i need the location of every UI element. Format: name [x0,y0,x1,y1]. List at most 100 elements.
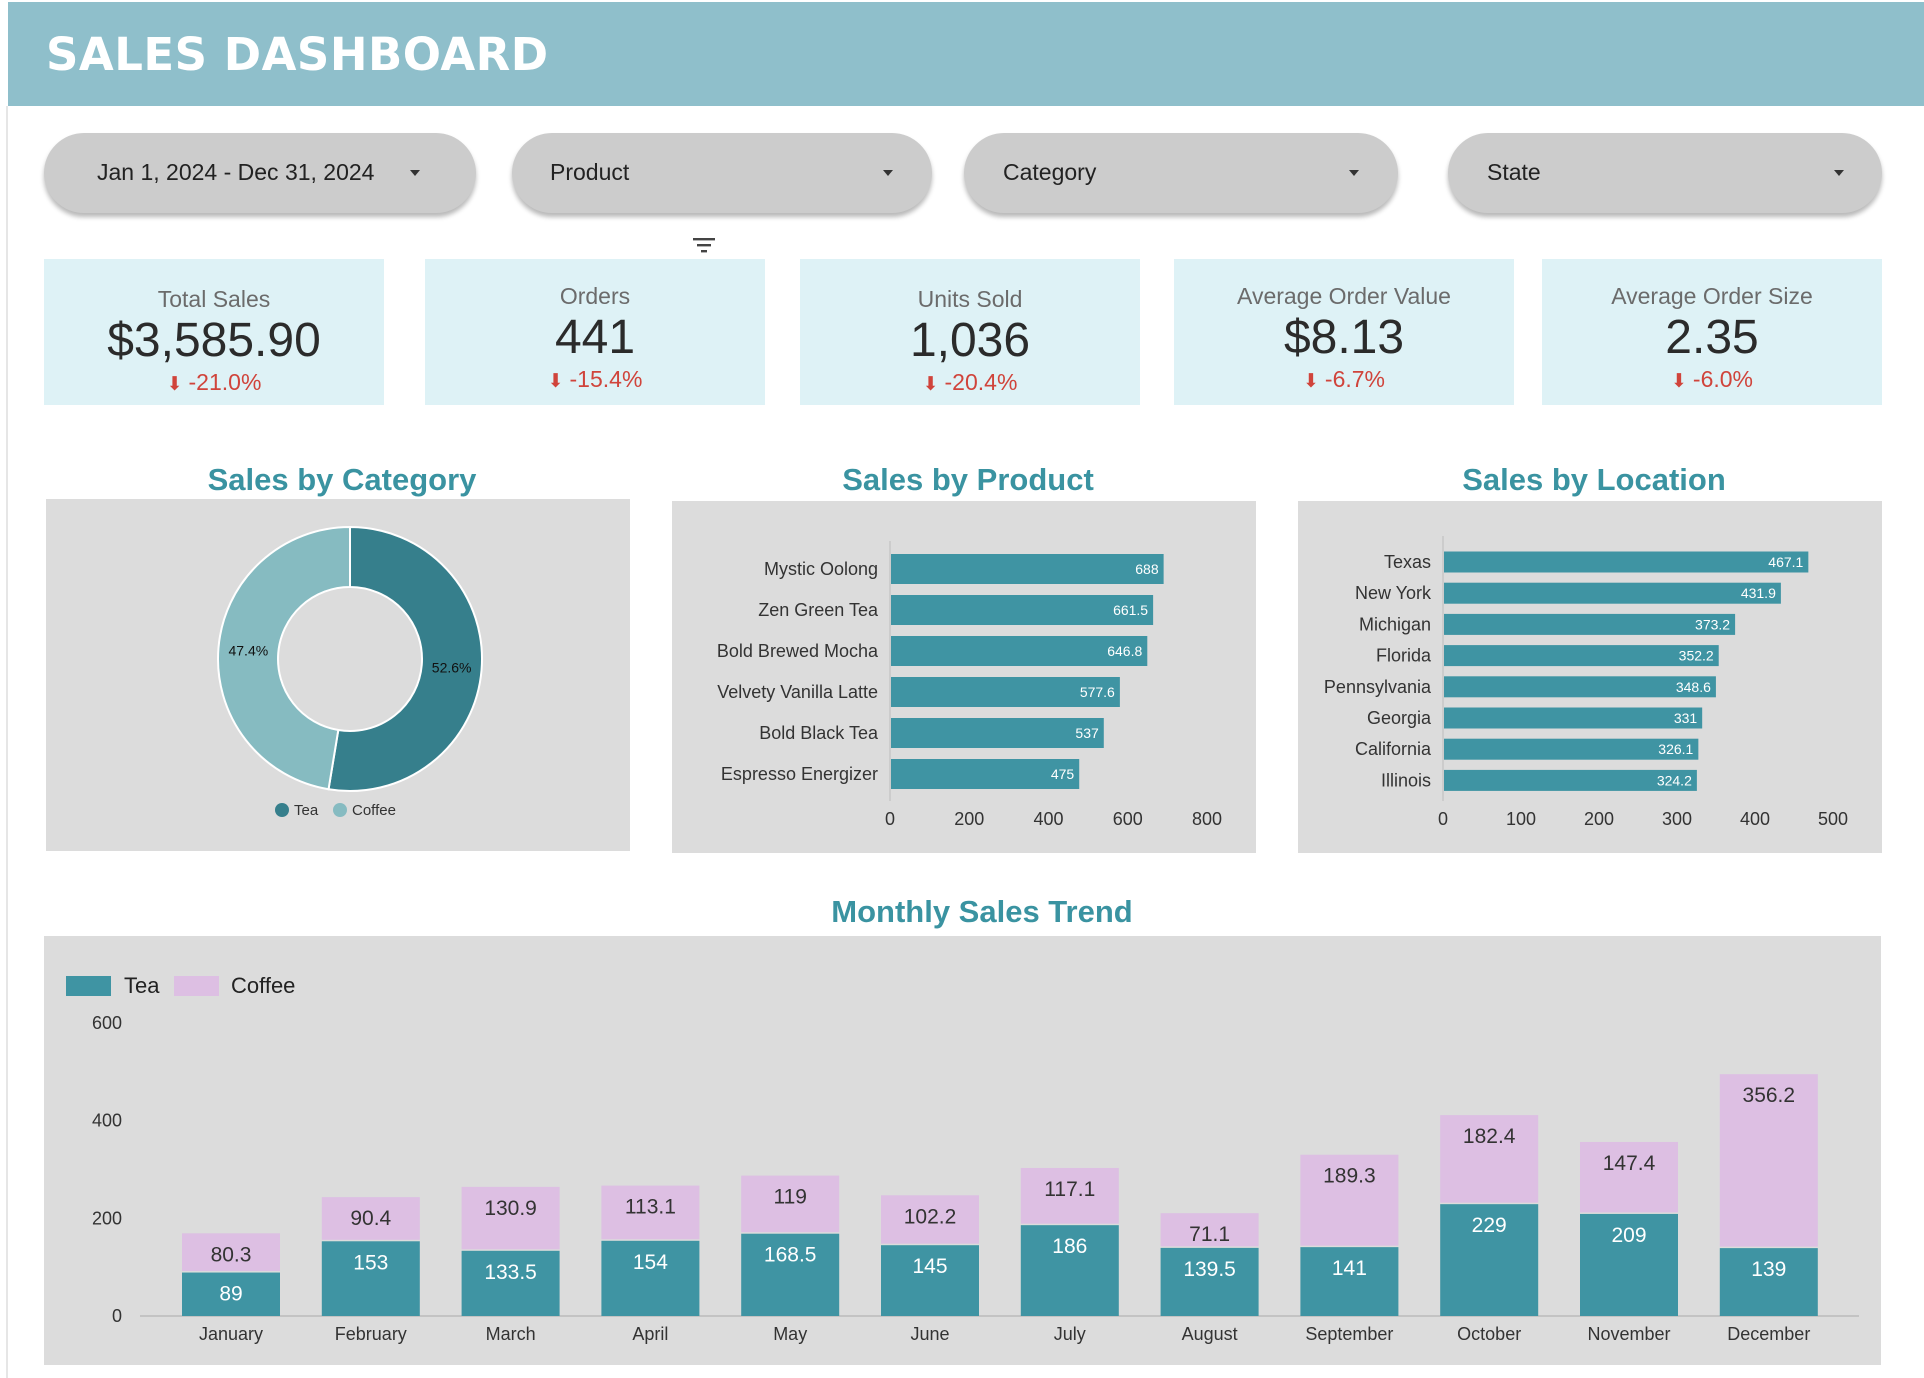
bar-value-label-tea: 168.5 [764,1244,817,1267]
y-tick-label: 200 [92,1208,122,1228]
bar-category-label: Bold Black Tea [759,723,879,743]
bar-value-label-tea: 154 [633,1251,668,1274]
x-tick-label: March [486,1324,536,1344]
x-tick-label: June [910,1324,949,1344]
arrow-down-icon: ⬇ [1670,371,1687,392]
kpi-delta: ⬇ -21.0% [44,369,384,396]
date-range-label: Jan 1, 2024 - Dec 31, 2024 [97,159,375,185]
sales-by-location-title: Sales by Location [1462,462,1726,497]
x-tick-label: October [1457,1324,1521,1344]
bar-value-label-coffee: 117.1 [1044,1178,1095,1201]
kpi-delta: ⬇ -6.0% [1542,366,1882,393]
x-tick-label: December [1727,1324,1810,1344]
bar [891,718,1104,748]
bar-value-label-coffee: 102.2 [904,1205,957,1228]
x-tick-label: May [773,1324,807,1344]
kpi-orders: Orders 441 ⬇ -15.4% [425,259,765,405]
category-filter-label: Category [1003,159,1097,185]
bar-value-label-tea: 139 [1751,1258,1786,1281]
product-filter-label: Product [550,159,630,185]
x-tick-label: 0 [1438,809,1448,829]
x-tick-label: 0 [885,809,895,829]
bar-value-label-tea: 145 [912,1255,947,1278]
bar-category-label: New York [1355,583,1432,603]
arrow-down-icon: ⬇ [1302,371,1319,392]
bar-value-label-coffee: 182.4 [1463,1125,1516,1148]
page-title: SALES DASHBOARD [46,28,549,81]
category-donut-chart: 52.6% 47.4% Tea Coffee [217,525,483,819]
bar [891,554,1164,584]
bar-category-label: Mystic Oolong [764,559,878,579]
bar [1444,645,1719,667]
bar-category-label: Michigan [1359,614,1431,634]
product-filter[interactable]: Product [512,133,932,213]
location-chart-panel: Texas 467.1 New York 431.9 Michigan 373.2 Flor… [1298,501,1882,853]
bar-value-label-coffee: 80.3 [211,1243,252,1266]
bar-value-label-tea: 229 [1472,1214,1507,1237]
bar-value-label: 348.6 [1676,679,1711,695]
arrow-down-icon: ⬇ [166,374,183,395]
arrow-down-icon: ⬇ [922,374,939,395]
kpi-value: 2.35 [1665,311,1759,364]
bar-value-label: 467.1 [1768,554,1803,570]
x-tick-label: September [1305,1324,1393,1344]
bar [1444,551,1809,573]
kpi-delta-value: -6.7% [1324,366,1385,392]
chevron-down-icon [1834,170,1844,176]
bar-category-label: Pennsylvania [1324,677,1432,697]
legend-label-tea: Tea [124,973,160,998]
bar-value-label-tea: 89 [219,1283,242,1306]
state-filter[interactable]: State [1448,133,1882,213]
kpi-value: 1,036 [909,314,1031,367]
sales-by-product-title: Sales by Product [842,462,1094,497]
bar-value-label-tea: 139.5 [1183,1258,1236,1281]
filter-icon[interactable] [692,236,716,254]
kpi-average-order-size: Average Order Size 2.35 ⬇ -6.0% [1542,259,1882,405]
kpi-delta-value: -20.4% [944,369,1018,395]
bar-value-label: 373.2 [1695,616,1730,632]
bar-category-label: Bold Brewed Mocha [717,641,879,661]
bar-value-label-coffee: 119 [773,1186,806,1209]
kpi-delta: ⬇ -6.7% [1174,366,1514,393]
kpi-label: Average Order Size [1611,283,1813,309]
bar-value-label-coffee: 113.1 [625,1196,676,1219]
x-tick-label: 500 [1818,809,1848,829]
y-tick-label: 600 [92,1013,122,1033]
bar-category-label: California [1355,739,1432,759]
bar [1444,613,1736,635]
bar-value-label: 331 [1674,710,1698,726]
product-bar-chart: Mystic Oolong 688 Zen Green Tea 661.5 Bold B… [717,541,1222,829]
bar-category-label: Georgia [1367,708,1432,728]
bar-category-label: Espresso Energizer [721,764,878,784]
date-range-filter[interactable]: Jan 1, 2024 - Dec 31, 2024 [44,133,476,213]
bar-value-label: 324.2 [1657,772,1692,788]
bar-value-label: 475 [1051,766,1075,782]
kpi-value: 441 [554,311,636,364]
kpi-value: $3,585.90 [107,314,321,367]
bar-value-label: 688 [1135,561,1159,577]
bar-category-label: Illinois [1381,770,1431,790]
x-tick-label: November [1587,1324,1670,1344]
chevron-down-icon [883,170,893,176]
x-tick-label: 300 [1662,809,1692,829]
x-tick-label: 400 [1740,809,1770,829]
x-tick-label: 100 [1506,809,1536,829]
bar-value-label: 352.2 [1679,648,1714,664]
x-tick-label: February [335,1324,407,1344]
legend-swatch-coffee [174,976,219,996]
bar-value-label: 537 [1075,725,1099,741]
kpi-delta: ⬇ -15.4% [425,366,765,393]
header-bar: SALES DASHBOARD [8,2,1924,106]
donut-slice-label: 47.4% [228,643,268,659]
category-chart-panel: 52.6% 47.4% Tea Coffee [46,499,630,851]
legend-swatch-coffee [333,803,347,817]
kpi-delta: ⬇ -20.4% [800,369,1140,396]
bar-value-label-coffee: 71.1 [1189,1223,1230,1246]
category-filter[interactable]: Category [964,133,1398,213]
product-chart-panel: Mystic Oolong 688 Zen Green Tea 661.5 Bold B… [672,501,1256,853]
x-tick-label: January [199,1324,263,1344]
kpi-label: Average Order Value [1237,283,1451,309]
bar-value-label-tea: 141 [1332,1257,1367,1280]
donut-slice-label: 52.6% [432,659,472,675]
kpi-average-order-value: Average Order Value $8.13 ⬇ -6.7% [1174,259,1514,405]
